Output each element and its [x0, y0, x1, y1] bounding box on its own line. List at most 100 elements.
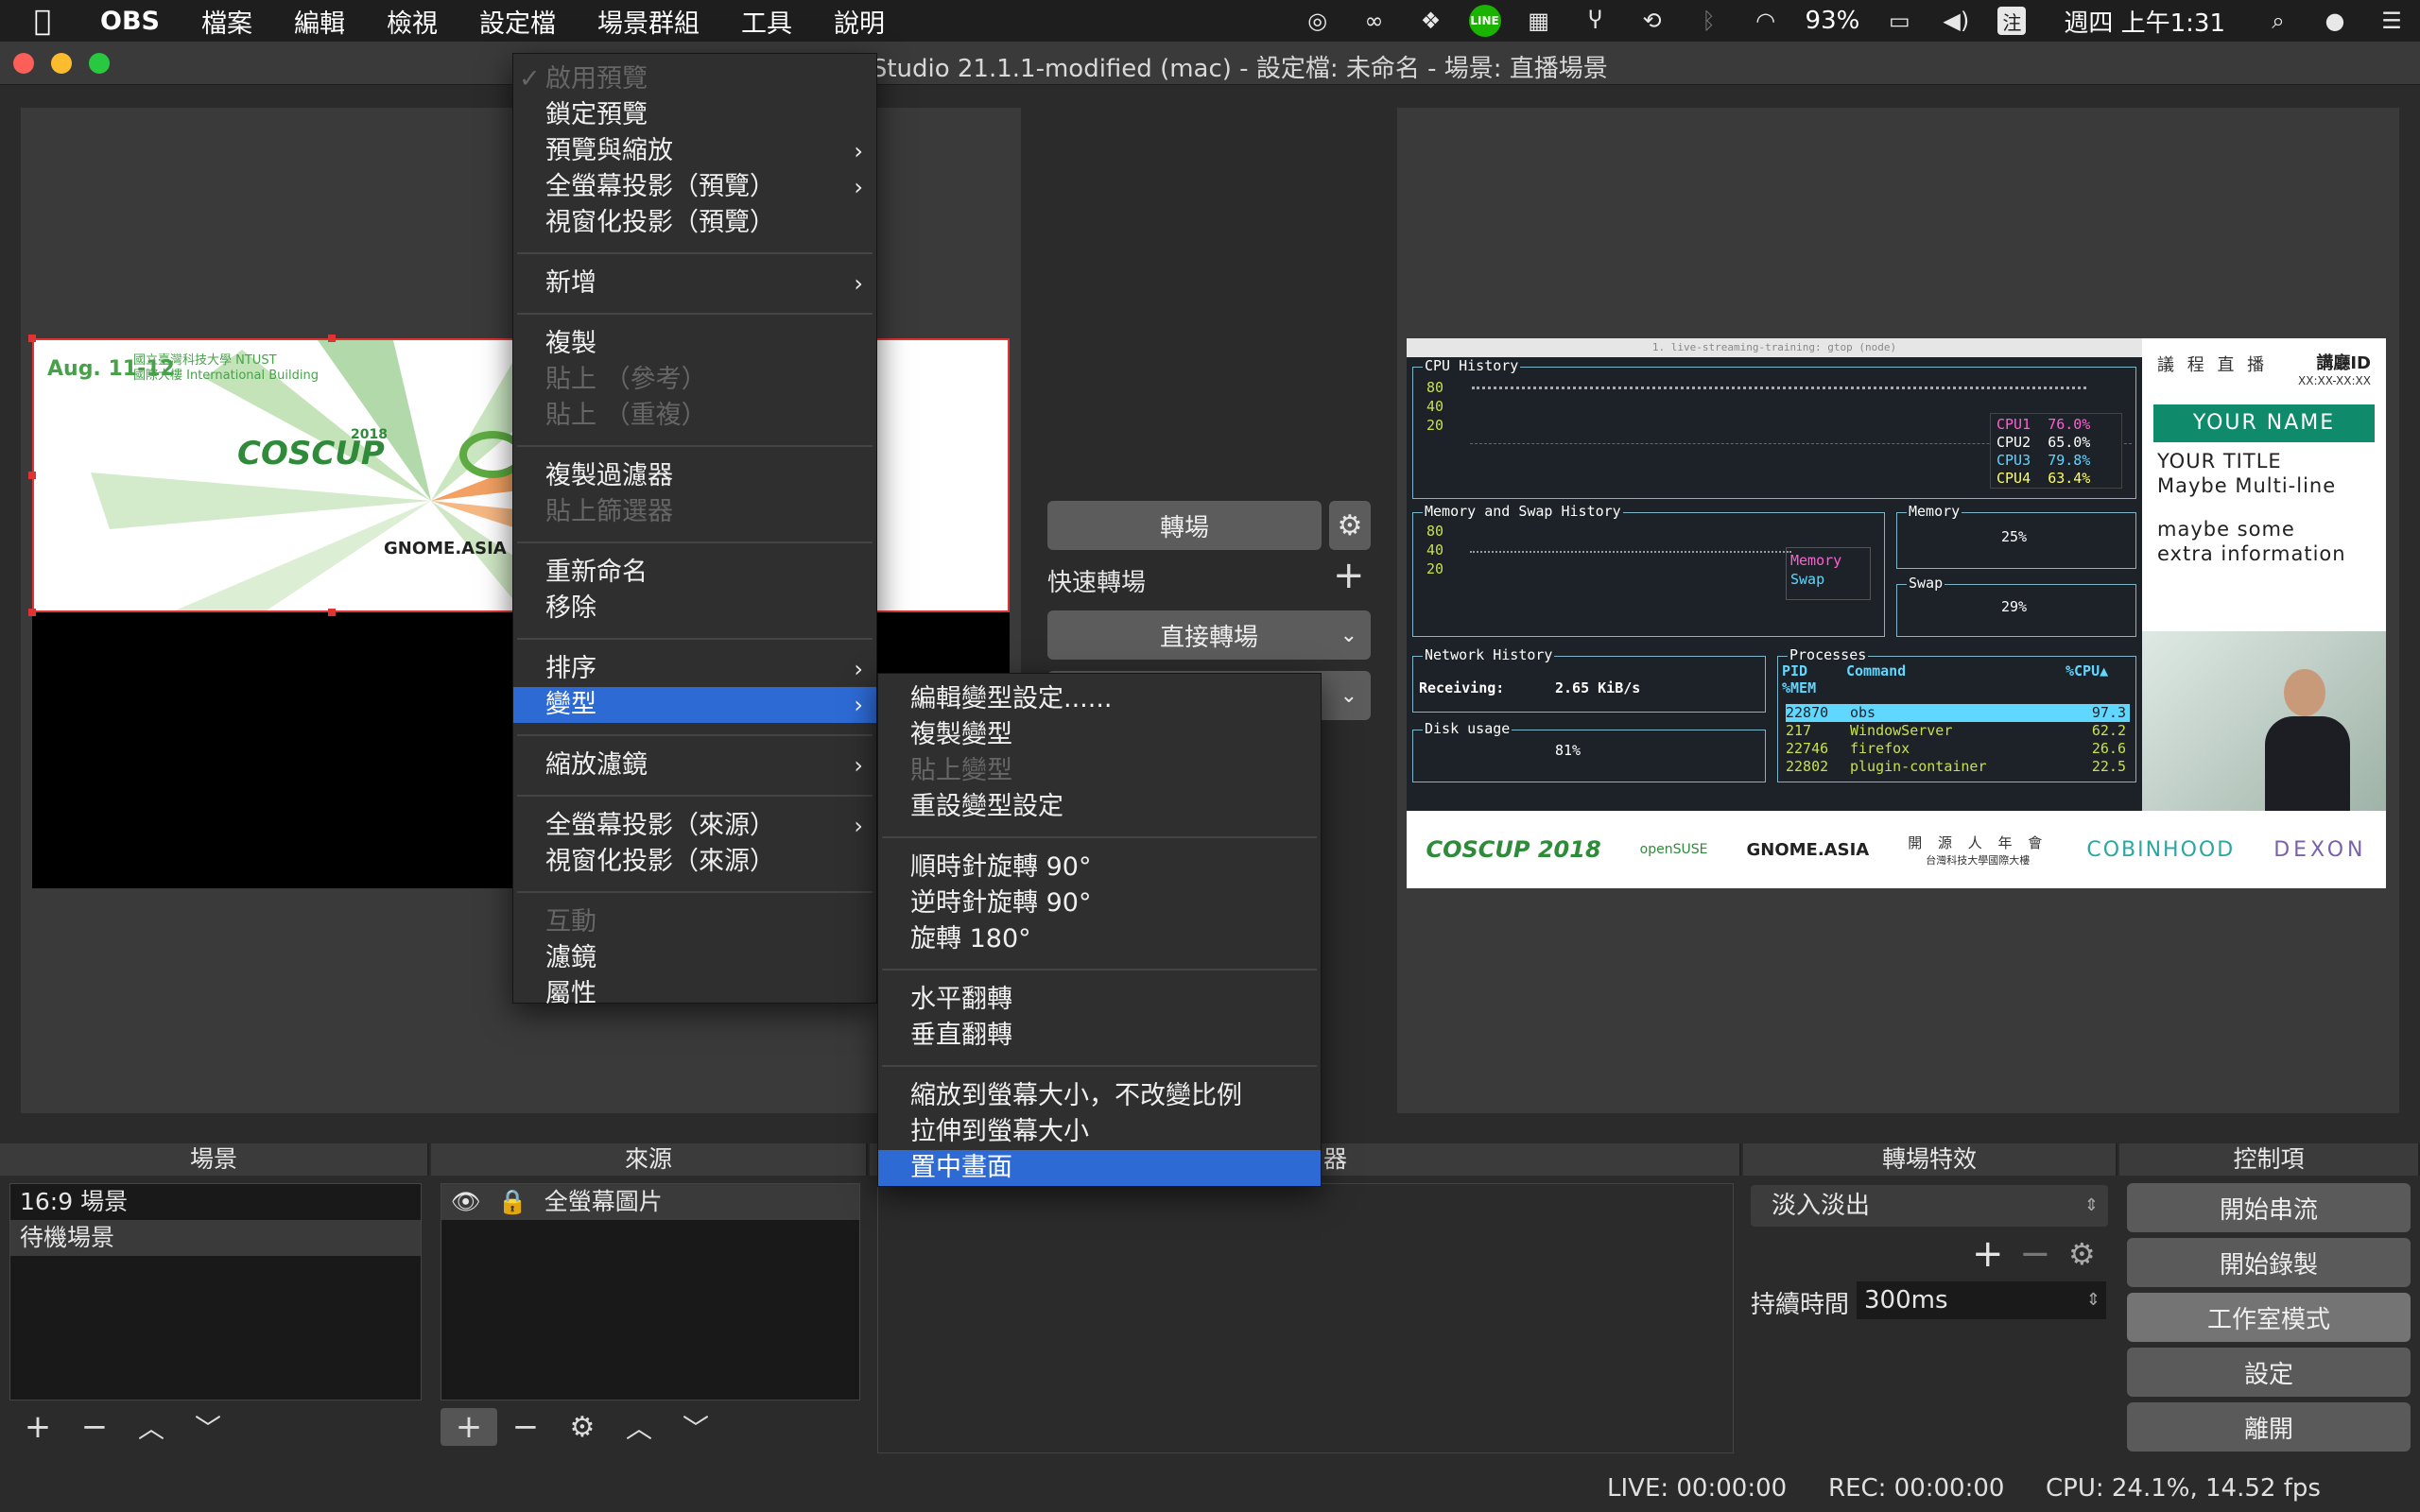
transition-button[interactable]: 轉場 — [1047, 501, 1322, 550]
eye-icon[interactable]: 👁 — [451, 1188, 481, 1215]
transform-handle[interactable] — [28, 335, 36, 342]
context-menu-item[interactable]: 排序 › — [513, 651, 876, 687]
move-down-icon[interactable]: ﹀ — [180, 1408, 236, 1446]
remove-source-icon[interactable]: − — [497, 1408, 554, 1446]
menu-help[interactable]: 說明 — [813, 3, 906, 40]
dropbox-icon[interactable]: ❖ — [1412, 6, 1450, 36]
context-menu-item[interactable]: 全螢幕投影（預覽） › — [513, 169, 876, 205]
creative-cloud-icon[interactable]: ∞ — [1356, 6, 1393, 36]
menu-profile[interactable]: 設定檔 — [458, 3, 577, 40]
scene-item[interactable]: 16:9 場景 — [10, 1184, 421, 1220]
add-source-icon[interactable]: + — [441, 1408, 497, 1446]
submenu-item[interactable]: 順時針旋轉 90° — [878, 850, 1321, 885]
menu-separator — [882, 836, 1317, 838]
submenu-item[interactable]: 旋轉 180° — [878, 921, 1321, 957]
memory-history-title: Memory and Swap History — [1423, 503, 1623, 520]
remove-transition-icon[interactable]: − — [2019, 1232, 2051, 1276]
add-scene-icon[interactable]: + — [9, 1408, 66, 1446]
start-recording-button[interactable]: 開始錄製 — [2127, 1238, 2411, 1287]
submenu-item[interactable]: 複製變型 — [878, 717, 1321, 753]
siri-icon[interactable]: ● — [2316, 6, 2354, 36]
docker-icon[interactable]: ▦ — [1520, 6, 1558, 36]
submenu-item[interactable]: 縮放到螢幕大小，不改變比例 — [878, 1078, 1321, 1114]
time-machine-icon[interactable]: ⟲ — [1634, 6, 1671, 36]
menu-view[interactable]: 檢視 — [366, 3, 458, 40]
menu-scene-collection[interactable]: 場景群組 — [577, 3, 720, 40]
add-quick-transition-icon[interactable]: + — [1333, 554, 1365, 597]
context-menu-item[interactable]: 縮放濾鏡 › — [513, 747, 876, 783]
context-menu-item[interactable]: 視窗化投影（來源） — [513, 844, 876, 880]
scenes-list[interactable]: 16:9 場景 待機場景 — [9, 1183, 422, 1400]
command-header: Command — [1846, 662, 1907, 679]
context-menu-item[interactable]: 全螢幕投影（來源） › — [513, 808, 876, 844]
cpu-tick: 40 — [1426, 398, 1444, 415]
context-menu-item[interactable]: 重新命名 — [513, 555, 876, 591]
start-streaming-button[interactable]: 開始串流 — [2127, 1183, 2411, 1232]
submenu-item[interactable]: 置中畫面 — [878, 1150, 1321, 1186]
menu-separator — [517, 252, 873, 254]
transition-properties-gear-icon[interactable]: ⚙ — [2068, 1236, 2096, 1272]
transform-handle[interactable] — [328, 335, 336, 342]
processes-box: Processes PID Command %CPU▲ %MEM 22870 ob… — [1777, 646, 2136, 782]
move-up-icon[interactable]: ︿ — [123, 1408, 180, 1446]
duration-label: 持續時間 — [1751, 1291, 1850, 1319]
obs-status-icon[interactable]: ◎ — [1299, 6, 1337, 36]
context-menu-item[interactable]: 複製過濾器 — [513, 458, 876, 494]
wifi-icon[interactable]: ◠ — [1747, 6, 1785, 36]
context-menu-item[interactable]: 變型 › — [513, 687, 876, 723]
menu-tools[interactable]: 工具 — [720, 3, 813, 40]
submenu-item: 貼上變型 — [878, 753, 1321, 789]
context-menu-item[interactable]: 複製 — [513, 326, 876, 362]
context-menu-item[interactable]: 移除 — [513, 591, 876, 627]
studio-mode-button[interactable]: 工作室模式 — [2127, 1293, 2411, 1342]
transform-handle[interactable] — [28, 472, 36, 479]
add-transition-icon[interactable]: + — [1972, 1232, 2004, 1276]
volume-icon[interactable]: ◀) — [1937, 6, 1975, 36]
context-menu-item[interactable]: 視窗化投影（預覽） — [513, 205, 876, 241]
duration-input[interactable]: 300ms ⇕ — [1857, 1281, 2106, 1319]
input-method-icon[interactable]: 注 — [1997, 7, 2027, 35]
context-menu-item[interactable]: 鎖定預覽 — [513, 97, 876, 133]
remove-scene-icon[interactable]: − — [66, 1408, 123, 1446]
context-menu-item[interactable]: 新增 › — [513, 266, 876, 301]
menu-edit[interactable]: 編輯 — [273, 3, 366, 40]
exit-button[interactable]: 離開 — [2127, 1402, 2411, 1452]
transition-select[interactable]: 淡入淡出 ⇕ — [1751, 1185, 2108, 1227]
bluetooth-icon[interactable]: ᛒ — [1690, 6, 1728, 36]
spotlight-search-icon[interactable]: ⌕ — [2259, 6, 2297, 36]
source-context-menu[interactable]: 啟用預覽 ✓ 鎖定預覽 預覽與縮放 › 全螢幕投影（預覽） › 視窗化投影（預覽） 新增 › 複製貼… — [512, 53, 877, 1008]
menu-app-name[interactable]: OBS — [85, 7, 181, 36]
clock[interactable]: 週四 上午1:31 — [2039, 4, 2250, 39]
lock-icon[interactable]: 🔒 — [498, 1188, 527, 1215]
menu-item-label: 複製變型 — [910, 720, 1012, 749]
git-fork-icon[interactable]: Ⴤ — [1577, 6, 1615, 36]
submenu-item[interactable]: 水平翻轉 — [878, 982, 1321, 1018]
direct-transition-button[interactable]: 直接轉場 ⌄ — [1047, 610, 1371, 660]
battery-icon[interactable]: ▭ — [1880, 6, 1918, 36]
submenu-item[interactable]: 重設變型設定 — [878, 789, 1321, 825]
menu-file[interactable]: 檔案 — [181, 3, 273, 40]
context-menu-item[interactable]: 預覽與縮放 › — [513, 133, 876, 169]
move-down-icon[interactable]: ﹀ — [667, 1408, 724, 1446]
submenu-item[interactable]: 垂直翻轉 — [878, 1018, 1321, 1054]
submenu-item[interactable]: 編輯變型設定...... — [878, 681, 1321, 717]
submenu-item[interactable]: 拉伸到螢幕大小 — [878, 1114, 1321, 1150]
transform-submenu[interactable]: 編輯變型設定...... 複製變型貼上變型 重設變型設定 順時針旋轉 90° 逆時針旋轉… — [877, 673, 1322, 1187]
source-properties-gear-icon[interactable]: ⚙ — [554, 1411, 611, 1444]
apple-icon[interactable]:  — [0, 5, 85, 38]
context-menu-item[interactable]: 屬性 — [513, 976, 876, 1012]
transition-gear-icon[interactable]: ⚙ — [1329, 501, 1371, 550]
transform-handle[interactable] — [28, 609, 36, 616]
disk-usage-title: Disk usage — [1423, 720, 1512, 737]
stepper-icon[interactable]: ⇕ — [2086, 1281, 2100, 1319]
sources-list[interactable]: 👁 🔒 全螢幕圖片 — [441, 1183, 860, 1400]
context-menu-item[interactable]: 濾鏡 — [513, 940, 876, 976]
settings-button[interactable]: 設定 — [2127, 1348, 2411, 1397]
move-up-icon[interactable]: ︿ — [611, 1408, 667, 1446]
scene-item[interactable]: 待機場景 — [10, 1220, 421, 1256]
transform-handle[interactable] — [328, 609, 336, 616]
submenu-item[interactable]: 逆時針旋轉 90° — [878, 885, 1321, 921]
line-icon[interactable]: LINE — [1468, 5, 1501, 37]
source-item[interactable]: 👁 🔒 全螢幕圖片 — [441, 1184, 859, 1220]
notification-center-icon[interactable]: ☰ — [2373, 6, 2411, 36]
